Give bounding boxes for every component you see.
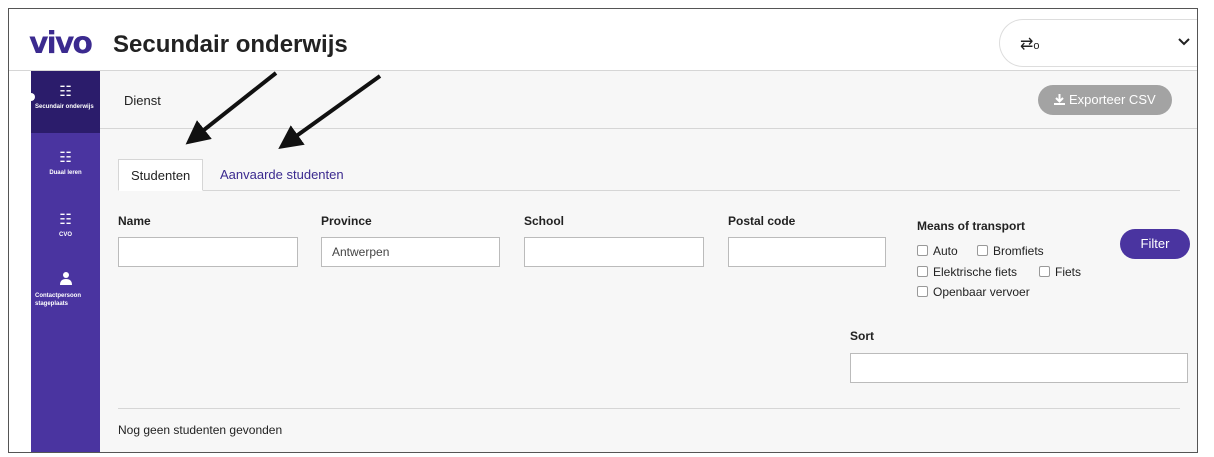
sort-label: Sort xyxy=(850,329,874,343)
top-header: vivo Secundair onderwijs ⇄o xyxy=(9,9,1197,71)
sidebar-item-label: Duaal leren xyxy=(49,170,82,176)
tab-bar: Studenten Aanvaarde studenten xyxy=(118,159,1180,191)
role-switch-value: o xyxy=(1033,40,1040,52)
tab-aanvaarde-studenten[interactable]: Aanvaarde studenten xyxy=(208,159,356,191)
name-label: Name xyxy=(118,214,151,228)
main-content: Dienst Exporteer CSV Studenten Aanvaarde… xyxy=(100,71,1197,452)
sort-input[interactable] xyxy=(850,353,1188,383)
sidebar-item-label: Contactpersoon stageplaats xyxy=(35,293,82,307)
divider xyxy=(118,408,1180,409)
app-window: vivo Secundair onderwijs ⇄o ☷ Secundair … xyxy=(8,8,1198,453)
swap-icon: ⇄o xyxy=(1020,36,1040,53)
school-label: School xyxy=(524,214,565,228)
list-icon: ☷ xyxy=(59,211,72,227)
checkbox-box xyxy=(917,245,928,256)
chevron-down-icon xyxy=(1178,34,1190,49)
checkbox-box xyxy=(917,266,928,277)
active-indicator xyxy=(27,93,35,101)
sidebar-item-contactpersoon-stageplaats[interactable]: Contactpersoon stageplaats xyxy=(31,271,100,321)
checkbox-auto[interactable]: Auto xyxy=(917,244,958,258)
export-csv-button[interactable]: Exporteer CSV xyxy=(1038,85,1172,115)
checkbox-bromfiets[interactable]: Bromfiets xyxy=(977,244,1044,258)
province-input[interactable] xyxy=(321,237,500,267)
checkbox-label: Openbaar vervoer xyxy=(933,285,1030,299)
empty-results-message: Nog geen studenten gevonden xyxy=(118,423,283,437)
user-icon xyxy=(31,271,100,288)
province-label: Province xyxy=(321,214,372,228)
checkbox-box xyxy=(977,245,988,256)
checkbox-fiets[interactable]: Fiets xyxy=(1039,265,1081,279)
list-icon: ☷ xyxy=(59,149,72,165)
sidebar-item-cvo[interactable]: ☷ CVO xyxy=(31,211,100,251)
checkbox-elektrische-fiets[interactable]: Elektrische fiets xyxy=(917,265,1017,279)
service-bar: Dienst Exporteer CSV xyxy=(100,71,1197,129)
checkbox-box xyxy=(917,286,928,297)
tab-studenten[interactable]: Studenten xyxy=(118,159,204,191)
checkbox-label: Bromfiets xyxy=(993,244,1044,258)
sidebar-item-label: Secundair onderwijs xyxy=(35,104,94,110)
checkbox-box xyxy=(1039,266,1050,277)
sidebar-item-label: CVO xyxy=(58,232,72,238)
export-csv-label: Exporteer CSV xyxy=(1068,92,1156,107)
postal-code-label: Postal code xyxy=(728,214,796,228)
page-title: Secundair onderwijs xyxy=(113,31,348,58)
role-switch-dropdown[interactable]: ⇄o xyxy=(999,19,1197,67)
vivo-logo[interactable]: vivo xyxy=(29,29,93,59)
checkbox-label: Elektrische fiets xyxy=(933,265,1018,279)
sidebar-item-secundair-onderwijs[interactable]: ☷ Secundair onderwijs xyxy=(27,71,100,133)
filter-button[interactable]: Filter xyxy=(1120,229,1190,259)
postal-code-input[interactable] xyxy=(728,237,886,267)
checkbox-label: Auto xyxy=(933,244,958,258)
download-icon xyxy=(1054,92,1069,107)
transport-label: Means of transport xyxy=(917,219,1026,233)
sidebar: ☷ Secundair onderwijs ☷ Duaal leren ☷ CV… xyxy=(27,71,100,452)
name-input[interactable] xyxy=(118,237,298,267)
checkbox-openbaar-vervoer[interactable]: Openbaar vervoer xyxy=(917,285,1030,299)
sidebar-item-duaal-leren[interactable]: ☷ Duaal leren xyxy=(31,149,100,189)
list-icon: ☷ xyxy=(59,83,72,99)
school-input[interactable] xyxy=(524,237,704,267)
service-label: Dienst xyxy=(124,93,161,108)
checkbox-label: Fiets xyxy=(1055,265,1082,279)
